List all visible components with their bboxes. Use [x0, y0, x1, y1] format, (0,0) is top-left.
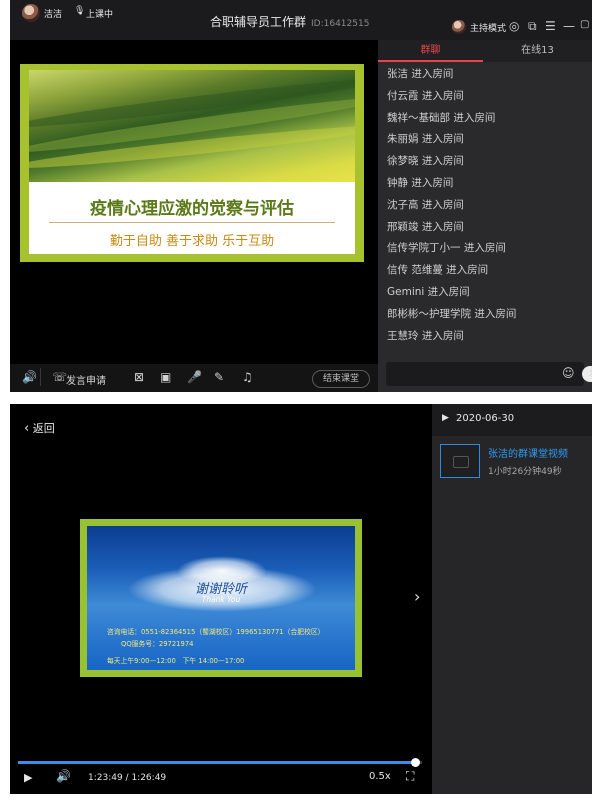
replay-slide: 谢谢聆听 Thank You 咨询电话：0551-82364515（蜀湖校区）1… [80, 519, 362, 677]
slide-heading: 疫情心理应激的觉察与评估 [90, 199, 294, 219]
chat-message-list[interactable]: 张洁 进入房间 付云霞 进入房间魏祥～基础部 进入房间 朱丽娟 进入房间 徐梦晓 进入… [387, 64, 587, 347]
hours-line: 每天上午9:00—12:00 下午 14:00—17:00 [107, 657, 245, 665]
chat-message: 钟静 进入房间 [387, 176, 454, 189]
replay-date: 2020-06-30 [456, 413, 515, 424]
tv-icon [453, 456, 469, 468]
mic-icon: 🎙 [74, 6, 86, 16]
class-toolbar: 🔊 ☏ 发言申请 ⊠ ▣ 🎤 ✎ ♫ 结束课堂 [10, 364, 378, 392]
speaker-icon[interactable]: 🔊 [22, 370, 37, 384]
music-icon[interactable]: ♫ [242, 370, 253, 384]
chat-message: 付云霞 进入房间 [387, 89, 464, 102]
send-button[interactable]: 发 [582, 366, 592, 382]
popout-icon[interactable]: ⧉ [528, 19, 537, 34]
chat-message: 魏祥～基础部 进入房间 [387, 111, 496, 124]
group-name: 合职辅导员工作群 [210, 15, 307, 29]
back-label: 返回 [32, 422, 55, 435]
title-bar: 洁洁 🎙 上课中 合职辅导员工作群 ID:16412515 主持模式 ◎ ⧉ ☰ … [10, 0, 592, 40]
back-button[interactable]: ‹ 返回 [24, 420, 55, 436]
replay-player-window: ‹ 返回 谢谢聆听 Thank You 咨询电话：0551-82364515（蜀… [10, 404, 592, 794]
chat-message: 张洁 进入房间 [387, 68, 454, 80]
window-title: 合职辅导员工作群 ID:16412515 [210, 13, 369, 30]
screen-share-icon[interactable]: ▣ [160, 370, 171, 384]
chat-message: Gemini 进入房间 [387, 285, 470, 298]
chat-message: 信传 范维蔓 进入房间 [387, 264, 489, 277]
slide-landscape-image [29, 70, 355, 182]
settings-icon[interactable]: ◎ [509, 19, 519, 33]
class-status-label: 上课中 [86, 10, 114, 20]
request-speak-button[interactable]: 发言申请 [66, 372, 106, 387]
contact-line: 咨询电话：0551-82364515（蜀湖校区）19965130771（合肥校区… [107, 628, 325, 636]
tab-group-chat[interactable]: 群聊 [378, 40, 483, 62]
video-thumbnail[interactable] [440, 444, 480, 478]
qq-line: QQ服务号：29721974 [121, 640, 194, 648]
video-duration: 1小时26分钟49秒 [488, 467, 562, 477]
progress-fill [18, 761, 415, 764]
thank-you-subtitle: Thank You [201, 595, 241, 604]
edit-icon[interactable]: ✎ [214, 370, 224, 384]
phone-icon[interactable]: ☏ [52, 370, 67, 384]
chat-message: 信传学院丁小一 进入房间 [387, 242, 506, 255]
room-id: ID:16412515 [311, 19, 370, 29]
replay-slide-content: 谢谢聆听 Thank You 咨询电话：0551-82364515（蜀湖校区）1… [87, 526, 355, 670]
play-icon[interactable]: ▶ [24, 771, 32, 784]
progress-bar[interactable] [18, 758, 422, 767]
video-card[interactable]: 张洁的群课堂视频 1小时26分钟49秒 [440, 444, 590, 484]
emoji-icon[interactable]: ☺ [562, 366, 575, 380]
chat-message: 朱丽娟 进入房间 [387, 133, 464, 146]
chat-message: 郎彬彬～护理学院 进入房间 [387, 307, 517, 320]
next-arrow-icon[interactable]: › [414, 587, 420, 606]
video-icon: ▶ [442, 413, 449, 423]
chat-input[interactable]: ☺ 发 [386, 362, 592, 386]
chat-message: 邢颖竣 进入房间 [387, 220, 464, 233]
chat-message: 徐梦晓 进入房间 [387, 155, 464, 168]
speed-button[interactable]: 0.5x [369, 771, 391, 782]
slide-content: 疫情心理应激的觉察与评估 勤于自助 善于求助 乐于互助 [29, 70, 355, 254]
time-display: 1:23:49 / 1:26:49 [88, 773, 167, 783]
toolbar-divider [40, 368, 41, 386]
minimize-icon[interactable]: — [563, 19, 575, 33]
chat-message: 王慧玲 进入房间 [387, 329, 464, 342]
chat-message: 沈子高 进入房间 [387, 198, 464, 211]
chat-panel: 群聊 在线13 张洁 进入房间 付云霞 进入房间魏祥～基础部 进入房间 朱丽娟 进入… [378, 40, 592, 392]
maximize-icon[interactable]: ▢ [580, 19, 589, 30]
live-classroom-window: 洁洁 🎙 上课中 合职辅导员工作群 ID:16412515 主持模式 ◎ ⧉ ☰ … [10, 0, 592, 392]
teacher-avatar[interactable] [22, 4, 40, 22]
chevron-left-icon: ‹ [24, 421, 30, 436]
slide-subheading: 勤于自助 善于求助 乐于互助 [109, 234, 275, 249]
chat-tabs: 群聊 在线13 [378, 40, 592, 62]
tab-online-members[interactable]: 在线13 [483, 40, 592, 62]
camera-off-icon[interactable]: ⊠ [134, 370, 144, 384]
menu-icon[interactable]: ☰ [545, 19, 556, 33]
shared-slide: 疫情心理应激的觉察与评估 勤于自助 善于求助 乐于互助 [20, 64, 364, 262]
microphone-icon[interactable]: 🎤 [187, 370, 202, 384]
replay-sidebar: ▶ 2020-06-30 张洁的群课堂视频 1小时26分钟49秒 [432, 404, 592, 794]
date-header: ▶ 2020-06-30 [432, 404, 592, 436]
end-class-button[interactable]: 结束课堂 [312, 370, 370, 388]
progress-handle[interactable] [411, 758, 420, 767]
video-title[interactable]: 张洁的群课堂视频 [488, 445, 568, 460]
volume-icon[interactable]: 🔊 [56, 769, 71, 783]
teacher-name: 洁洁 [44, 10, 63, 20]
host-mode-label[interactable]: 主持模式 [470, 21, 506, 34]
host-avatar[interactable] [452, 20, 466, 34]
fullscreen-icon[interactable]: ⛶ [406, 769, 414, 784]
slide-divider [49, 222, 335, 223]
